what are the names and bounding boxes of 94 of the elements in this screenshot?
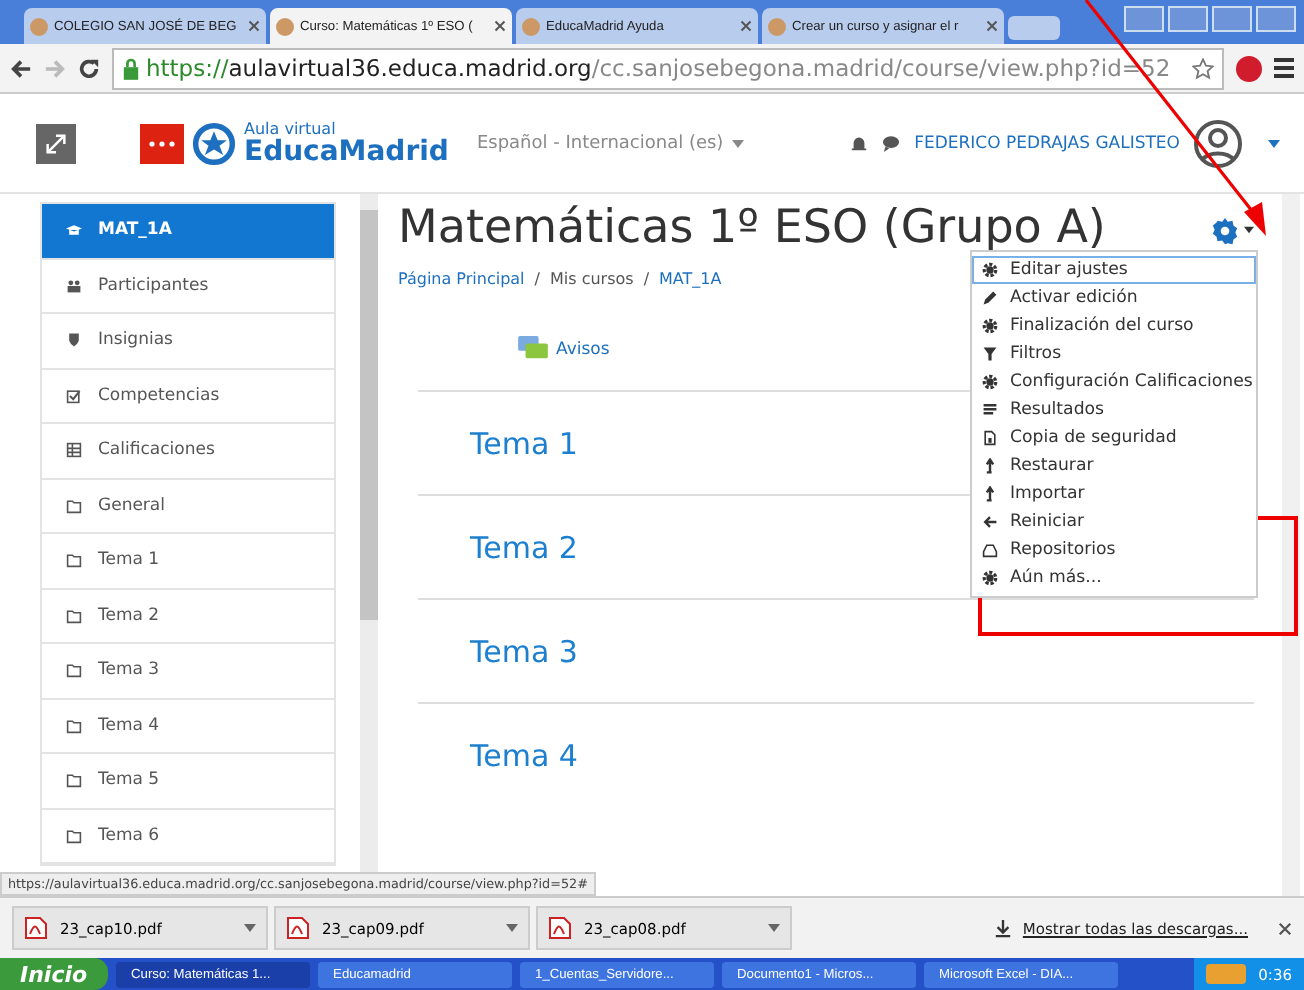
sidebar-item[interactable]: Tema 6 xyxy=(42,809,334,864)
checkbox-icon xyxy=(66,387,82,404)
avatar-icon[interactable] xyxy=(1194,119,1242,167)
upload-icon xyxy=(982,485,998,501)
sidebar-item[interactable]: Competencias xyxy=(42,369,334,424)
close-icon[interactable] xyxy=(740,20,752,32)
flag-icon xyxy=(140,123,184,163)
pencil-icon xyxy=(982,289,998,305)
forum-link[interactable]: Avisos xyxy=(556,339,610,359)
file-icon xyxy=(982,429,998,445)
sidebar-item[interactable]: Participantes xyxy=(42,259,334,314)
section-title[interactable]: Tema 1 xyxy=(470,425,578,461)
folder-icon xyxy=(66,552,82,569)
menu-item[interactable]: Configuración Calificaciones xyxy=(972,367,1256,395)
menu-item[interactable]: Repositorios xyxy=(972,535,1256,563)
folder-icon xyxy=(66,662,82,679)
reload-icon[interactable] xyxy=(78,57,100,79)
favicon-icon xyxy=(30,17,48,35)
menu-item[interactable]: Importar xyxy=(972,479,1256,507)
breadcrumb-item[interactable]: Página Principal xyxy=(398,270,525,288)
graduation-cap-icon xyxy=(66,222,82,239)
sidebar-item[interactable]: Calificaciones xyxy=(42,424,334,479)
logo-icon xyxy=(192,121,236,165)
menu-item[interactable]: Reiniciar xyxy=(972,507,1256,535)
sidebar-item[interactable]: Tema 3 xyxy=(42,644,334,699)
menu-item[interactable]: Filtros xyxy=(972,339,1256,367)
pdf-file-icon xyxy=(286,916,310,940)
menu-item[interactable]: Restaurar xyxy=(972,451,1256,479)
menu-item[interactable]: Finalización del curso xyxy=(972,311,1256,339)
menu-item[interactable]: Copia de seguridad xyxy=(972,423,1256,451)
menu-item[interactable]: Activar edición xyxy=(972,283,1256,311)
pdf-file-icon xyxy=(548,916,572,940)
list-icon xyxy=(982,401,998,417)
sidebar-item[interactable]: Tema 1 xyxy=(42,534,334,589)
breadcrumb-item[interactable]: MAT_1A xyxy=(659,270,722,288)
close-icon[interactable] xyxy=(494,20,506,32)
section-title[interactable]: Tema 2 xyxy=(470,529,578,565)
caret-icon[interactable] xyxy=(1244,226,1254,234)
scrollbar[interactable] xyxy=(1282,194,1300,896)
filter-icon xyxy=(982,345,998,361)
folder-icon xyxy=(66,827,82,844)
sidebar-item[interactable]: Insignias xyxy=(42,314,334,369)
breadcrumb-separator: / xyxy=(534,270,540,288)
sidebar-item[interactable]: Tema 4 xyxy=(42,699,334,754)
upload-icon xyxy=(982,457,998,473)
menu-item[interactable]: Aún más... xyxy=(972,563,1256,591)
table-icon xyxy=(66,442,82,459)
pdf-file-icon xyxy=(24,916,48,940)
close-icon[interactable] xyxy=(1278,921,1292,935)
gear-icon xyxy=(982,569,998,585)
breadcrumb-separator: / xyxy=(643,270,650,288)
settings-icon[interactable] xyxy=(1210,215,1240,245)
lock-icon xyxy=(122,57,140,79)
drive-icon xyxy=(982,541,998,557)
start-button[interactable]: Inicio xyxy=(0,958,108,990)
forum-icon xyxy=(518,336,548,362)
gear-icon xyxy=(982,373,998,389)
menu-item[interactable]: Editar ajustes xyxy=(972,255,1256,283)
close-icon[interactable] xyxy=(986,20,998,32)
folder-icon xyxy=(66,607,82,624)
breadcrumb-item: Mis cursos xyxy=(549,270,634,288)
folder-icon xyxy=(66,717,82,734)
sidebar-item[interactable]: Tema 2 xyxy=(42,589,334,644)
expand-icon[interactable] xyxy=(36,123,76,163)
star-icon[interactable] xyxy=(1192,57,1214,79)
back-arrow-icon[interactable] xyxy=(10,57,32,79)
gear-icon xyxy=(982,317,998,333)
page-title: Matemáticas 1º ESO (Grupo A) xyxy=(398,202,1106,254)
folder-icon xyxy=(66,772,82,789)
section-title[interactable]: Tema 4 xyxy=(470,737,578,773)
chat-icon[interactable] xyxy=(882,134,901,152)
sidebar-item[interactable]: Tema 5 xyxy=(42,754,334,809)
folder-icon xyxy=(66,497,82,514)
bell-icon[interactable] xyxy=(850,134,869,152)
language-menu[interactable]: Español - Internacional (es) xyxy=(476,133,724,153)
sidebar-item[interactable]: General xyxy=(42,479,334,534)
logo-title: EducaMadrid xyxy=(244,137,449,165)
favicon-icon xyxy=(768,17,786,35)
favicon-icon xyxy=(276,17,294,35)
download-icon xyxy=(994,919,1013,937)
shield-icon xyxy=(66,332,82,349)
user-name[interactable]: FEDERICO PEDRAJAS GALISTEO xyxy=(914,133,1180,153)
logo-subtitle: Aula virtual xyxy=(244,121,338,137)
tray-icon xyxy=(1206,964,1247,984)
users-icon xyxy=(66,277,82,294)
back-arrow-icon xyxy=(982,513,998,529)
menu-icon[interactable] xyxy=(1274,58,1294,78)
gear-icon xyxy=(982,261,998,277)
menu-item[interactable]: Resultados xyxy=(972,395,1256,423)
section-title[interactable]: Tema 3 xyxy=(470,633,578,669)
sidebar-item[interactable]: MAT_1A xyxy=(42,204,334,259)
close-icon[interactable] xyxy=(248,20,260,32)
favicon-icon xyxy=(522,17,540,35)
scrollbar-thumb[interactable] xyxy=(360,210,378,620)
